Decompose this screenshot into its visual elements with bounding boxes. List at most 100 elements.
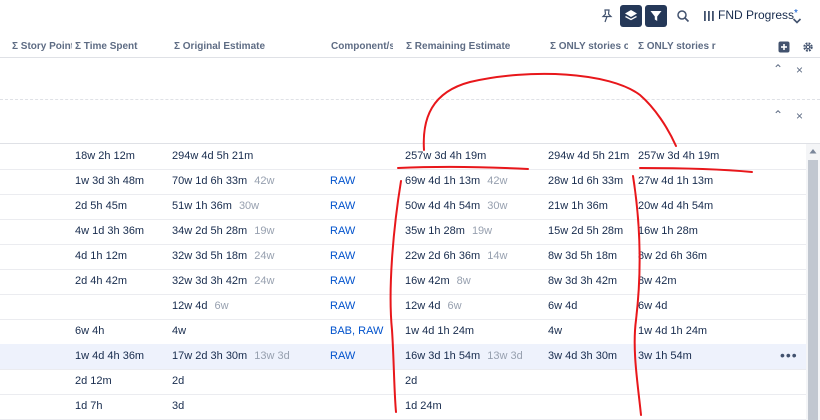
cell-time-spent-value: 1w 4d 4h 36m [75,350,145,362]
gear-icon[interactable] [802,40,814,52]
header-only-stories-remaining[interactable]: Σ ONLY stories remaining [638,41,716,52]
cell-original-estimate: 51w 1h 36m 30w [172,200,259,212]
scrollbar[interactable] [806,144,820,420]
cell-original-estimate-value: 3d [172,400,185,412]
cell-components[interactable]: RAW [330,275,355,287]
table-row[interactable]: 2d 5h 45m 51w 1h 36m 30w RAW 50w 4d 4h 54m 30… [0,194,806,220]
cell-time-spent-value: 2d 12m [75,375,112,387]
cell-only-stories-remaining-value: 257w 3d 4h 19m [638,150,720,162]
cell-remaining-estimate: 1w 4d 1h 24m [405,325,481,337]
collapse-group-icon[interactable]: ⌃ [773,108,783,122]
cell-only-stories-original-value: 21w 1h 36m [548,200,608,212]
cell-remaining-estimate-value: 16w 42m [405,275,450,287]
cell-components-value: RAW [330,225,356,237]
cell-components[interactable]: RAW [330,250,355,262]
header-time-spent[interactable]: Σ Time Spent [75,41,165,52]
cell-only-stories-remaining: 16w 1h 28m [638,225,698,237]
cell-only-stories-remaining-value: 27w 4d 1h 13m [638,175,714,187]
header-only-stories-original[interactable]: Σ ONLY stories original [550,41,628,52]
pin-icon[interactable] [596,5,618,27]
board-title[interactable]: FND Progress* [718,8,798,22]
table-row[interactable]: 2d 12m 2d 2d [0,369,806,395]
cell-only-stories-original: 294w 4d 5h 21m [548,150,629,162]
columns-icon[interactable] [698,5,720,27]
cell-time-spent: 4w 1d 3h 36m [75,225,144,237]
cell-time-spent: 6w 4h [75,325,104,337]
cell-original-estimate: 3d [172,400,191,412]
cell-time-spent: 2d 12m [75,375,112,387]
cell-remaining-estimate-value: 35w 1h 28m [405,225,465,237]
cell-original-estimate-value: 32w 3d 5h 18m [172,250,248,262]
cell-original-estimate-value: 32w 3d 3h 42m [172,275,248,287]
filter-icon[interactable] [645,5,667,27]
cell-original-estimate-secondary: 24w [254,275,275,287]
cell-only-stories-remaining-value: 8w 2d 6h 36m [638,250,708,262]
cell-original-estimate: 4w [172,325,193,337]
cell-original-estimate-value: 294w 4d 5h 21m [172,150,254,162]
cell-remaining-estimate-value: 50w 4d 4h 54m [405,200,481,212]
cell-remaining-estimate-secondary: 13w 3d [487,350,523,362]
cell-remaining-estimate: 69w 4d 1h 13m 42w [405,175,507,187]
header-story-points[interactable]: Σ Story Points [12,41,72,52]
cell-remaining-estimate-secondary: 8w [456,275,471,287]
cell-remaining-estimate-secondary: 42w [487,175,508,187]
table-row[interactable]: 6w 4h 4w BAB, RAW 1w 4d 1h 24m 4w 1w 4d 1h 24… [0,319,806,345]
cell-original-estimate-value: 12w 4d [172,300,208,312]
cell-only-stories-original: 28w 1d 6h 33m [548,175,623,187]
cell-original-estimate: 12w 4d 6w [172,300,229,312]
cell-components-value: RAW [330,350,356,362]
cell-only-stories-remaining: 257w 3d 4h 19m [638,150,719,162]
cell-remaining-estimate-value: 16w 3d 1h 54m [405,350,481,362]
table-row[interactable]: 12w 4d 6w RAW 12w 4d 6w 6w 4d 6w 4d [0,294,806,320]
cell-only-stories-original: 6w 4d [548,300,577,312]
header-components[interactable]: Component/s [331,41,393,52]
table-row[interactable]: 1d 7h 3d 1d 24m [0,394,806,420]
cell-components[interactable]: BAB, RAW [330,325,383,337]
cell-time-spent: 4d 1h 12m [75,250,127,262]
table-row[interactable]: 4d 1h 12m 32w 3d 5h 18m 24w RAW 22w 2d 6h 36… [0,244,806,270]
cell-components-value: RAW [330,175,356,187]
collapse-group-icon[interactable]: ⌃ [773,62,783,76]
add-column-icon[interactable] [778,40,790,53]
cell-original-estimate: 2d [172,375,191,387]
row-menu-icon[interactable]: ••• [780,347,798,363]
header-remaining-estimate[interactable]: Σ Remaining Estimate [406,41,541,52]
cell-only-stories-remaining: 8w 2d 6h 36m [638,250,707,262]
cell-components-value: RAW [330,250,356,262]
cell-only-stories-original: 15w 2d 5h 28m [548,225,623,237]
cell-time-spent-value: 4w 1d 3h 36m [75,225,145,237]
header-original-estimate[interactable]: Σ Original Estimate [174,41,324,52]
cell-components[interactable]: RAW [330,350,355,362]
table-row[interactable]: 2d 4h 42m 32w 3d 3h 42m 24w RAW 16w 42m 8w 8w … [0,269,806,295]
close-group-icon[interactable]: × [796,109,803,123]
table-row[interactable]: 18w 2h 12m 294w 4d 5h 21m 257w 3d 4h 19m 29… [0,144,806,170]
layers-icon[interactable] [620,5,642,27]
group-divider [0,99,820,100]
close-group-icon[interactable]: × [796,63,803,77]
chevron-down-icon[interactable] [792,12,802,30]
cell-only-stories-original-value: 15w 2d 5h 28m [548,225,624,237]
toolbar: FND Progress* [0,0,820,34]
cell-original-estimate-secondary: 6w [214,300,229,312]
cell-time-spent: 1d 7h [75,400,103,412]
cell-original-estimate: 34w 2d 5h 28m 19w [172,225,274,237]
cell-components-value: BAB, RAW [330,325,384,337]
search-icon[interactable] [672,5,694,27]
cell-original-estimate: 32w 3d 3h 42m 24w [172,275,274,287]
cell-only-stories-remaining-value: 20w 4d 4h 54m [638,200,714,212]
cell-time-spent-value: 18w 2h 12m [75,150,135,162]
table-row[interactable]: 1w 4d 4h 36m 17w 2d 3h 30m 13w 3d RAW 16w 3d… [0,344,806,370]
cell-components[interactable]: RAW [330,225,355,237]
cell-components[interactable]: RAW [330,300,355,312]
scrollbar-thumb[interactable] [808,160,818,420]
scroll-up-icon[interactable] [806,144,820,158]
cell-only-stories-remaining-value: 1w 4d 1h 24m [638,325,708,337]
table-row[interactable]: 4w 1d 3h 36m 34w 2d 5h 28m 19w RAW 35w 1h 28… [0,219,806,245]
cell-remaining-estimate: 2d [405,375,424,387]
annotation-arc [422,72,677,151]
cell-components[interactable]: RAW [330,200,355,212]
cell-only-stories-original-value: 3w 4d 3h 30m [548,350,618,362]
cell-components[interactable]: RAW [330,175,355,187]
cell-time-spent-value: 6w 4h [75,325,105,337]
table-row[interactable]: 1w 3d 3h 48m 70w 1d 6h 33m 42w RAW 69w 4d 1h… [0,169,806,195]
